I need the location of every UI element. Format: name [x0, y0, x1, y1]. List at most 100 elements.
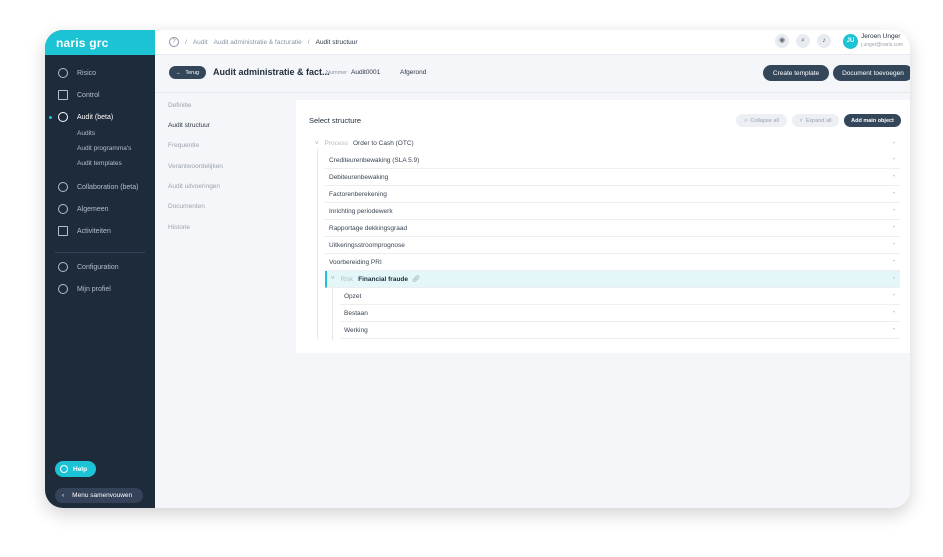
chevron-down-icon[interactable]: ˅ [331, 276, 335, 282]
tree-node[interactable]: Inrichting periodewerk • [325, 203, 900, 220]
node-name: Inrichting periodewerk [329, 207, 393, 215]
drag-handle-icon[interactable]: • [893, 225, 895, 231]
node-name: Uitkeringsstroomprognose [329, 241, 405, 249]
label: Terug [185, 69, 200, 76]
help-button[interactable]: Help [55, 461, 96, 477]
create-template-button[interactable]: Create template [763, 65, 829, 81]
globe-icon [58, 204, 68, 214]
node-type: Process [324, 140, 348, 147]
sidebar-sub-templates[interactable]: Audit templates [77, 160, 122, 167]
node-name: Factorenberekening [329, 190, 387, 198]
subnav-uitvoeringen[interactable]: Audit uitvoeringen [168, 183, 220, 190]
label: Menu samenvouwen [72, 492, 133, 499]
top-bar: ? / Audit Audit administratie & facturat… [155, 30, 910, 55]
page-header: ← Terug Audit administratie & fact... Num… [155, 55, 910, 93]
tree-node[interactable]: Bestaan • [340, 305, 900, 322]
help-icon[interactable]: ? [169, 37, 179, 47]
sidebar-item-control[interactable]: Control [45, 90, 155, 100]
number-label: Nummer [326, 70, 348, 76]
subnav-documenten[interactable]: Documenten [168, 203, 205, 210]
sidebar-item-profiel[interactable]: Mijn profiel [45, 284, 155, 294]
user-name: Jeroen Unger [861, 33, 901, 40]
label: Control [77, 91, 100, 99]
node-type: Risk [340, 275, 354, 283]
tree-node[interactable]: Werking • [340, 322, 900, 339]
link-icon[interactable]: 🔗︎ [412, 275, 420, 283]
label: Audit (beta) [77, 113, 114, 121]
sidebar-item-collaboration[interactable]: Collaboration (beta) [45, 182, 155, 192]
tree-node[interactable]: Voorbereiding PRI • [325, 254, 900, 271]
user-icon [58, 284, 68, 294]
add-document-button[interactable]: Document toevoegen [833, 65, 910, 81]
subnav-frequentie[interactable]: Frequentie [168, 142, 199, 149]
tree-node[interactable]: Rapportage dekkingsgraad • [325, 220, 900, 237]
page-title: Audit administratie & fact... [213, 67, 330, 77]
sidebar-sub-programmas[interactable]: Audit programma's [77, 145, 131, 152]
sidebar-item-risico[interactable]: Risico [45, 68, 155, 78]
node-name: Bestaan [344, 309, 368, 317]
sidebar-item-algemeen[interactable]: Algemeen [45, 204, 155, 214]
node-name: Werking [344, 326, 368, 334]
arrow-left-icon: ← [175, 69, 182, 76]
back-button[interactable]: ← Terug [169, 66, 206, 79]
label: Collaboration (beta) [77, 183, 139, 191]
node-name: Rapportage dekkingsgraad [329, 224, 408, 232]
list-icon [58, 226, 68, 236]
chevron-up-icon: ˄ [744, 117, 748, 124]
status: Afgerond [400, 69, 427, 76]
subnav-definitie[interactable]: Definitie [168, 102, 191, 109]
tree-node[interactable]: Opzet • [340, 288, 900, 305]
label: Activiteiten [77, 227, 111, 235]
collapse-menu-button[interactable]: ‹ Menu samenvouwen [55, 488, 143, 503]
sidebar-item-audit[interactable]: Audit (beta) [45, 112, 155, 122]
label: Algemeen [77, 205, 109, 213]
tree-node-process[interactable]: ˅ Process Order to Cash (OTC) • [311, 135, 900, 152]
sidebar-item-activiteiten[interactable]: Activiteiten [45, 226, 155, 236]
breadcrumb-parent[interactable]: Audit administratie & facturatie [214, 39, 302, 46]
tree-node[interactable]: Crediteurenbewaking (SLA 5.9) • [325, 152, 900, 169]
chevron-down-icon[interactable]: ˅ [315, 141, 319, 147]
drag-handle-icon[interactable]: • [893, 208, 895, 214]
sidebar-item-configuration[interactable]: Configuration [45, 262, 155, 272]
tree-node[interactable]: Factorenberekening • [325, 186, 900, 203]
drag-handle-icon[interactable]: • [893, 157, 895, 163]
drag-handle-icon[interactable]: • [893, 310, 895, 316]
search-icon[interactable]: ⌕ [796, 34, 810, 48]
user-email: j.unger@naris.com [861, 42, 904, 48]
drag-handle-icon[interactable]: • [893, 276, 895, 282]
separator: / [185, 38, 187, 46]
label: Configuration [77, 263, 119, 271]
drag-handle-icon[interactable]: • [893, 259, 895, 265]
tree-node-risk[interactable]: ˅ Risk Financial fraude 🔗︎ • [325, 271, 900, 288]
label: Collapse all [750, 117, 779, 124]
collapse-all-button[interactable]: ˄ Collapse all [736, 114, 787, 127]
node-name: Voorbereiding PRI [329, 258, 382, 266]
drag-handle-icon[interactable]: • [893, 141, 895, 147]
drag-handle-icon[interactable]: • [893, 293, 895, 299]
drag-handle-icon[interactable]: • [893, 191, 895, 197]
bell-icon[interactable]: ♪ [817, 34, 831, 48]
avatar[interactable]: JU [843, 34, 858, 49]
node-name: Opzet [344, 292, 362, 300]
subnav-historie[interactable]: Historie [168, 224, 190, 231]
tree-line [317, 149, 318, 339]
number-value: Audit0001 [351, 69, 381, 76]
question-icon [58, 182, 68, 192]
sidebar-sub-audits[interactable]: Audits [77, 130, 95, 137]
eye-icon[interactable]: ◉ [775, 34, 789, 48]
drag-handle-icon[interactable]: • [893, 242, 895, 248]
question-icon [58, 112, 68, 122]
drag-handle-icon[interactable]: • [893, 327, 895, 333]
subnav-verantwoordelijken[interactable]: Verantwoordelijken [168, 163, 223, 170]
tree-node[interactable]: Uitkeringsstroomprognose • [325, 237, 900, 254]
chevron-down-icon: ˅ [799, 117, 803, 124]
tree-node[interactable]: Debiteurenbewaking • [325, 169, 900, 186]
drag-handle-icon[interactable]: • [893, 174, 895, 180]
breadcrumb-audit[interactable]: Audit [193, 39, 208, 46]
expand-all-button[interactable]: ˅ Expand all [792, 114, 839, 127]
add-main-object-button[interactable]: Add main object [844, 114, 901, 127]
structure-card: Select structure ˄ Collapse all ˅ Expand a… [296, 100, 910, 353]
separator: / [307, 38, 310, 46]
gear-icon [58, 262, 68, 272]
subnav-audit-structuur[interactable]: Audit structuur [168, 122, 210, 129]
